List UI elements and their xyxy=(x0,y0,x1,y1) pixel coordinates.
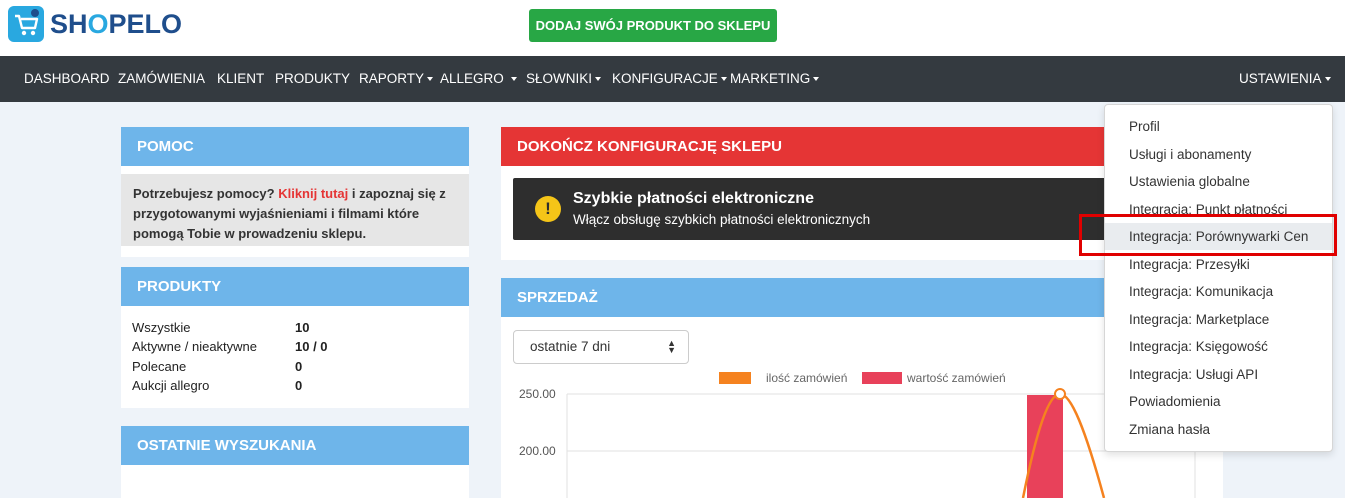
nav-reports[interactable]: RAPORTY xyxy=(359,56,434,102)
menu-item-services[interactable]: Usługi i abonamenty xyxy=(1105,141,1332,168)
period-select[interactable]: ostatnie 7 dni ▲ ▼ xyxy=(513,330,689,364)
warning-icon: ! xyxy=(535,196,561,222)
nav-products[interactable]: PRODUKTY xyxy=(275,56,350,102)
main-navbar: DASHBOARD ZAMÓWIENIA KLIENT PRODUKTY RAP… xyxy=(0,56,1345,102)
period-select-value: ostatnie 7 dni xyxy=(530,339,611,354)
menu-item-marketplace-integration[interactable]: Integracja: Marketplace xyxy=(1105,306,1332,333)
caret-down-icon xyxy=(510,77,517,82)
y-tick-250: 250.00 xyxy=(519,387,556,401)
products-featured-value: 0 xyxy=(295,359,303,374)
settings-dropdown-menu: Profil Usługi i abonamenty Ustawienia gl… xyxy=(1104,104,1333,452)
menu-item-profile[interactable]: Profil xyxy=(1105,113,1332,140)
products-panel-title: PRODUKTY xyxy=(121,267,469,306)
products-all-label: Wszystkie xyxy=(132,320,191,335)
nav-settings-label: USTAWIENIA xyxy=(1239,71,1322,86)
recent-searches-panel: OSTATNIE WYSZUKANIA xyxy=(121,426,469,498)
menu-item-api-integration[interactable]: Integracja: Usługi API xyxy=(1105,361,1332,388)
fast-payments-alert[interactable]: ! Szybkie płatności elektroniczne Włącz … xyxy=(513,178,1113,240)
products-active-value: 10 / 0 xyxy=(295,339,328,354)
menu-item-accounting-integration[interactable]: Integracja: Księgowość xyxy=(1105,333,1332,360)
nav-dictionaries-label: SŁOWNIKI xyxy=(526,71,593,86)
caret-down-icon xyxy=(1324,77,1331,82)
menu-item-change-password[interactable]: Zmiana hasła xyxy=(1105,416,1332,443)
menu-item-communication-integration[interactable]: Integracja: Komunikacja xyxy=(1105,278,1332,305)
recent-searches-title: OSTATNIE WYSZUKANIA xyxy=(121,426,469,465)
setup-panel: DOKOŃCZ KONFIGURACJĘ SKLEPU ! Szybkie pł… xyxy=(501,127,1141,260)
y-tick-200: 200.00 xyxy=(519,444,556,458)
help-link[interactable]: Kliknij tutaj xyxy=(278,186,348,201)
setup-panel-title: DOKOŃCZ KONFIGURACJĘ SKLEPU xyxy=(501,127,1141,166)
add-product-button[interactable]: DODAJ SWÓJ PRODUKT DO SKLEPU xyxy=(529,9,777,42)
products-active-label: Aktywne / nieaktywne xyxy=(132,339,258,354)
nav-client[interactable]: KLIENT xyxy=(217,56,264,102)
products-allegro-label: Aukcji allegro xyxy=(132,378,210,393)
nav-marketing[interactable]: MARKETING xyxy=(730,56,820,102)
alert-subtitle: Włącz obsługę szybkich płatności elektro… xyxy=(573,212,871,227)
legend-swatch-orders-count xyxy=(719,372,751,384)
nav-dictionaries[interactable]: SŁOWNIKI xyxy=(526,56,602,102)
products-panel: PRODUKTY Wszystkie 10 Aktywne / nieaktyw… xyxy=(121,267,469,408)
menu-item-notifications[interactable]: Powiadomienia xyxy=(1105,388,1332,415)
nav-reports-label: RAPORTY xyxy=(359,71,425,86)
caret-down-icon xyxy=(427,77,434,82)
legend-swatch-orders-value xyxy=(862,372,902,384)
nav-allegro[interactable]: ALLEGRO xyxy=(440,56,517,102)
nav-settings[interactable]: USTAWIENIA xyxy=(1239,56,1331,102)
nav-dashboard[interactable]: DASHBOARD xyxy=(24,56,110,102)
products-featured-label: Polecane xyxy=(132,359,187,374)
select-arrows-icon: ▲ ▼ xyxy=(667,338,676,355)
help-panel: POMOC Potrzebujesz pomocy? Kliknij tutaj… xyxy=(121,127,469,257)
line-point xyxy=(1054,388,1066,400)
alert-title: Szybkie płatności elektroniczne xyxy=(573,190,814,207)
help-panel-title: POMOC xyxy=(121,127,469,166)
nav-orders[interactable]: ZAMÓWIENIA xyxy=(118,56,205,102)
products-allegro-value: 0 xyxy=(295,378,303,393)
top-header: SHOPELO DODAJ SWÓJ PRODUKT DO SKLEPU xyxy=(0,0,1345,56)
highlight-annotation xyxy=(1079,214,1337,256)
products-all-value: 10 xyxy=(295,320,310,335)
help-text: Potrzebujesz pomocy? Kliknij tutaj i zap… xyxy=(121,174,469,246)
logo-text: SHOPELO xyxy=(50,8,183,39)
caret-down-icon xyxy=(595,77,602,82)
legend-label-orders-value: wartość zamówień xyxy=(906,371,1006,385)
menu-item-global-settings[interactable]: Ustawienia globalne xyxy=(1105,168,1332,195)
caret-down-icon xyxy=(813,77,820,82)
nav-marketing-label: MARKETING xyxy=(730,71,811,86)
nav-configurations-label: KONFIGURACJE xyxy=(612,71,718,86)
caret-down-icon xyxy=(720,77,727,82)
nav-allegro-label: ALLEGRO xyxy=(440,71,504,86)
nav-configurations[interactable]: KONFIGURACJE xyxy=(612,56,727,102)
legend-label-orders-count: ilość zamówień xyxy=(766,371,847,385)
cart-logo-icon xyxy=(8,6,44,42)
shopelo-logo[interactable]: SHOPELO xyxy=(8,6,182,42)
